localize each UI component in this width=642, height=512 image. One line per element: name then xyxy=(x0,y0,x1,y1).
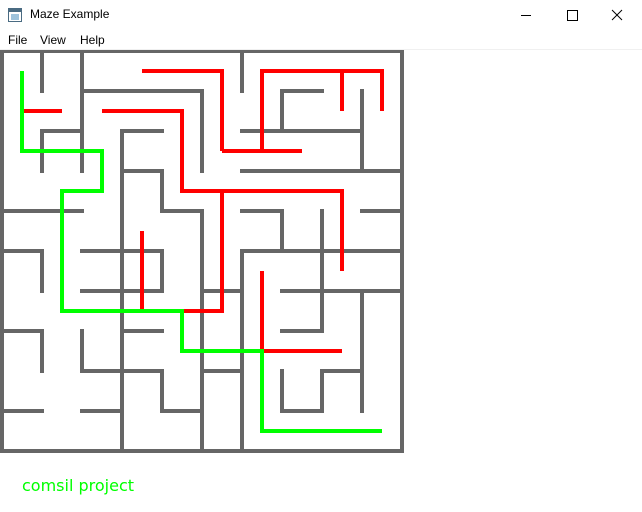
window-title: Maze Example xyxy=(30,7,110,21)
minimize-icon xyxy=(521,15,531,16)
menu-file[interactable]: File xyxy=(8,33,27,47)
menu-view[interactable]: View xyxy=(40,33,66,47)
minimize-button[interactable] xyxy=(503,0,549,30)
app-icon xyxy=(8,8,22,22)
app-window: Maze Example File View Help comsil proje… xyxy=(0,0,642,512)
menu-bar: File View Help xyxy=(0,30,642,50)
title-bar[interactable]: Maze Example xyxy=(0,0,642,30)
maximize-button[interactable] xyxy=(549,0,595,30)
close-icon xyxy=(611,9,623,21)
footer-label: comsil project xyxy=(22,476,135,495)
maze-canvas xyxy=(0,50,404,453)
close-button[interactable] xyxy=(595,0,641,30)
maximize-icon xyxy=(567,10,578,21)
menu-help[interactable]: Help xyxy=(80,33,105,47)
